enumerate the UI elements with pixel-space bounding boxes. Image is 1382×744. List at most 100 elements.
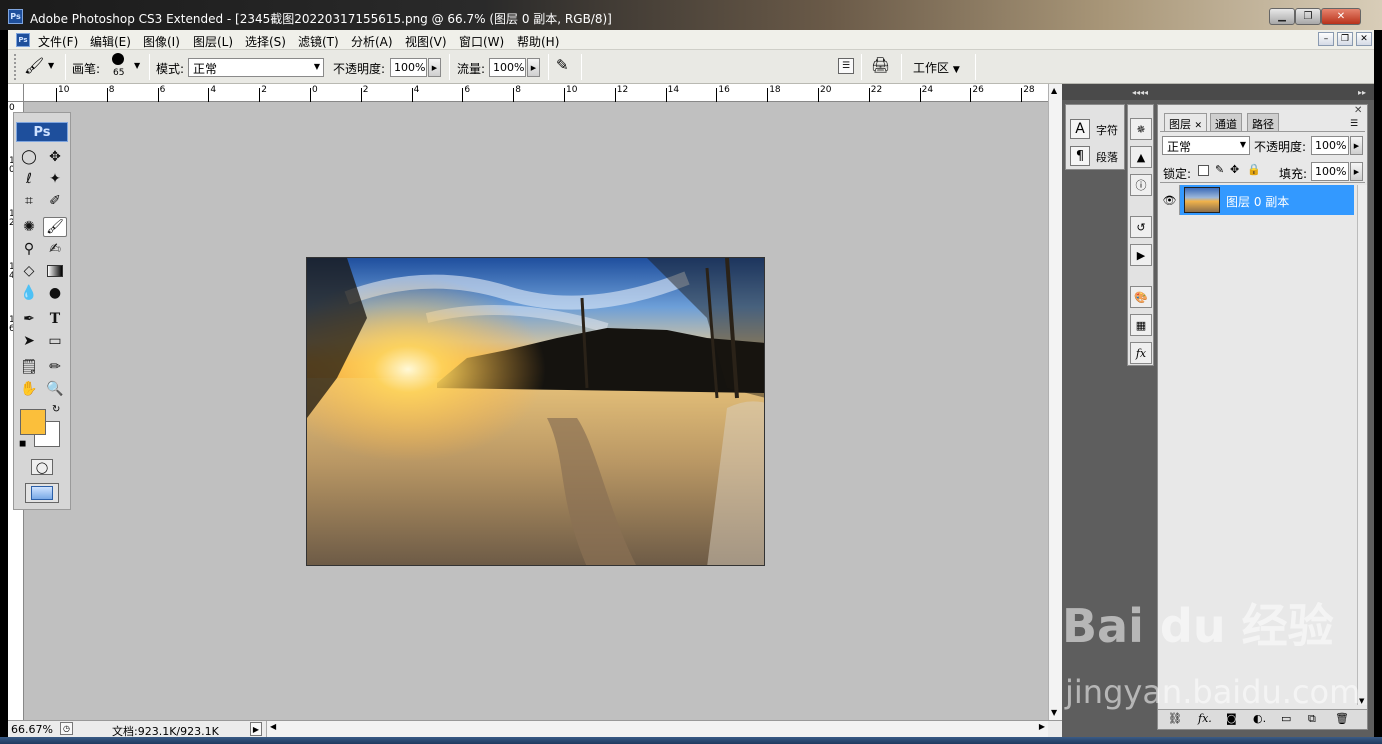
lasso-icon[interactable]: ℓ	[17, 169, 41, 189]
info-icon[interactable]: ⓘ	[1130, 174, 1152, 196]
menu-help[interactable]: 帮助(H)	[517, 33, 559, 50]
doc-restore-button[interactable]: ❐	[1337, 32, 1353, 46]
magic-wand-icon[interactable]: ✦	[43, 169, 67, 189]
slice-icon[interactable]: ✐	[43, 191, 67, 211]
blur-icon[interactable]: 💧	[17, 283, 41, 303]
grid-icon[interactable]: ▦	[1130, 314, 1152, 336]
character-icon[interactable]: A	[1070, 119, 1090, 139]
delete-layer-icon[interactable]: 🗑	[1335, 712, 1349, 725]
dock-header[interactable]	[1062, 84, 1374, 100]
brush-dropdown-icon[interactable]: ▼	[134, 61, 140, 70]
visibility-eye-icon[interactable]: 👁	[1160, 185, 1180, 215]
histogram-icon[interactable]: ▲	[1130, 146, 1152, 168]
adjustment-layer-icon[interactable]: ◐.	[1253, 712, 1266, 725]
dodge-icon[interactable]: ●	[43, 283, 67, 303]
bridge-icon[interactable]: 🖨	[871, 56, 890, 74]
flow-input[interactable]: 100%	[489, 58, 526, 77]
layer-style-fx-icon[interactable]: fx.	[1198, 712, 1212, 725]
pen-icon[interactable]: ✒	[17, 309, 41, 329]
lock-transparency-icon[interactable]	[1198, 165, 1209, 176]
status-menu-icon[interactable]: ▶	[250, 722, 262, 736]
tab-channels[interactable]: 通道	[1210, 113, 1242, 131]
opacity-slider-button[interactable]: ▶	[428, 58, 441, 77]
paragraph-icon[interactable]: ¶	[1070, 146, 1090, 166]
zoom-icon[interactable]: 🔍	[43, 379, 67, 399]
panel-menu-icon[interactable]: ☰	[1350, 119, 1358, 129]
doc-close-button[interactable]: ✕	[1356, 32, 1372, 46]
layers-scrollbar[interactable]: ▼	[1357, 185, 1367, 705]
menu-analysis[interactable]: 分析(A)	[351, 33, 393, 50]
doc-minimize-button[interactable]: –	[1318, 32, 1334, 46]
menu-select[interactable]: 选择(S)	[245, 33, 286, 50]
scroll-up-icon[interactable]: ▲	[1051, 86, 1057, 95]
tab-paths[interactable]: 路径	[1247, 113, 1279, 131]
quick-mask-icon[interactable]: ◯	[31, 459, 53, 475]
lock-pixels-icon[interactable]: ✎	[1215, 163, 1224, 176]
zoom-level[interactable]: 66.67%	[11, 723, 53, 736]
menu-edit[interactable]: 编辑(E)	[90, 33, 131, 50]
marquee-icon[interactable]: ◯	[17, 147, 41, 167]
styles-fx-icon[interactable]: fx	[1130, 342, 1152, 364]
layer-thumbnail[interactable]	[1184, 187, 1220, 213]
type-icon[interactable]: T	[43, 309, 67, 329]
screen-mode-icon[interactable]	[25, 483, 59, 503]
expand-panels-icon[interactable]: ▸▸	[1358, 88, 1366, 97]
navigator-icon[interactable]: ✵	[1130, 118, 1152, 140]
ruler-horizontal[interactable]: 10 8 6 4 2 0 2 4 6 8 10 12 14 16 18 20 22 24 26 28	[8, 84, 1048, 102]
clone-stamp-icon[interactable]: ⚲	[17, 239, 41, 259]
menu-image[interactable]: 图像(I)	[143, 33, 180, 50]
options-grip[interactable]	[14, 54, 19, 80]
eraser-icon[interactable]: ◇	[17, 261, 41, 281]
menu-file[interactable]: 文件(F)	[38, 33, 78, 50]
workspace-button[interactable]: 工作区 ▼	[913, 59, 960, 76]
tab-layers[interactable]: 图层 ✕	[1164, 113, 1208, 131]
paragraph-label[interactable]: 段落	[1096, 149, 1118, 165]
history-icon[interactable]: ↺	[1130, 216, 1152, 238]
lock-all-icon[interactable]: 🔒	[1247, 163, 1261, 176]
layer-row[interactable]: 👁 图层 0 副本	[1160, 185, 1354, 215]
scroll-down-icon[interactable]: ▼	[1051, 708, 1057, 717]
hand-icon[interactable]: ✋	[17, 379, 41, 399]
actions-icon[interactable]: ▶	[1130, 244, 1152, 266]
canvas-image[interactable]	[306, 257, 765, 566]
ruler-origin[interactable]	[8, 84, 24, 102]
horizontal-scrollbar[interactable]: ◀ ▶	[266, 721, 1048, 737]
shape-icon[interactable]: ▭	[43, 331, 67, 351]
fill-slider-button[interactable]: ▶	[1350, 162, 1363, 181]
menu-window[interactable]: 窗口(W)	[459, 33, 504, 50]
blend-mode-select[interactable]: 正常 ▼	[1162, 136, 1250, 155]
move-icon[interactable]: ✥	[43, 147, 67, 167]
swap-colors-icon[interactable]: ↻	[52, 404, 60, 415]
layer-opacity-slider-button[interactable]: ▶	[1350, 136, 1363, 155]
link-layers-icon[interactable]: ⛓	[1168, 712, 1182, 725]
layer-opacity-input[interactable]: 100%	[1311, 136, 1349, 155]
collapse-strip-icon[interactable]: ◂◂	[1140, 88, 1148, 97]
scroll-right-icon[interactable]: ▶	[1039, 722, 1045, 731]
collapse-dock-icon[interactable]: ◂◂	[1132, 88, 1140, 97]
path-selection-icon[interactable]: ➤	[17, 331, 41, 351]
tool-preset-dropdown-icon[interactable]: ▼	[48, 61, 54, 70]
status-info-icon[interactable]: ◷	[60, 722, 73, 735]
maximize-button[interactable]: ❐	[1295, 8, 1321, 25]
lock-position-icon[interactable]: ✥	[1230, 163, 1239, 176]
swatches-icon[interactable]: 🎨	[1130, 286, 1152, 308]
opacity-input[interactable]: 100%	[390, 58, 427, 77]
new-layer-icon[interactable]: ⧉	[1308, 712, 1316, 726]
add-mask-icon[interactable]: ◙	[1226, 712, 1237, 725]
gradient-icon[interactable]	[43, 261, 67, 281]
close-icon[interactable]: ✕	[1195, 121, 1203, 131]
vertical-scrollbar[interactable]: ▲ ▼	[1048, 84, 1062, 720]
new-group-icon[interactable]: ▭	[1281, 712, 1291, 725]
foreground-color-swatch[interactable]	[20, 409, 46, 435]
minimize-button[interactable]: ▁	[1269, 8, 1295, 25]
scroll-left-icon[interactable]: ◀	[270, 722, 276, 731]
menu-filter[interactable]: 滤镜(T)	[298, 33, 339, 50]
mode-select[interactable]: 正常 ▼	[188, 58, 324, 77]
default-colors-icon[interactable]: ◼	[19, 439, 26, 449]
layer-name[interactable]: 图层 0 副本	[1226, 193, 1289, 210]
history-brush-icon[interactable]: ✍	[43, 239, 67, 259]
brush-tool-icon[interactable]: 🖌	[43, 217, 67, 237]
notes-icon[interactable]: 🗒	[17, 357, 41, 377]
menu-view[interactable]: 视图(V)	[405, 33, 447, 50]
brush-preview-icon[interactable]	[112, 53, 124, 65]
